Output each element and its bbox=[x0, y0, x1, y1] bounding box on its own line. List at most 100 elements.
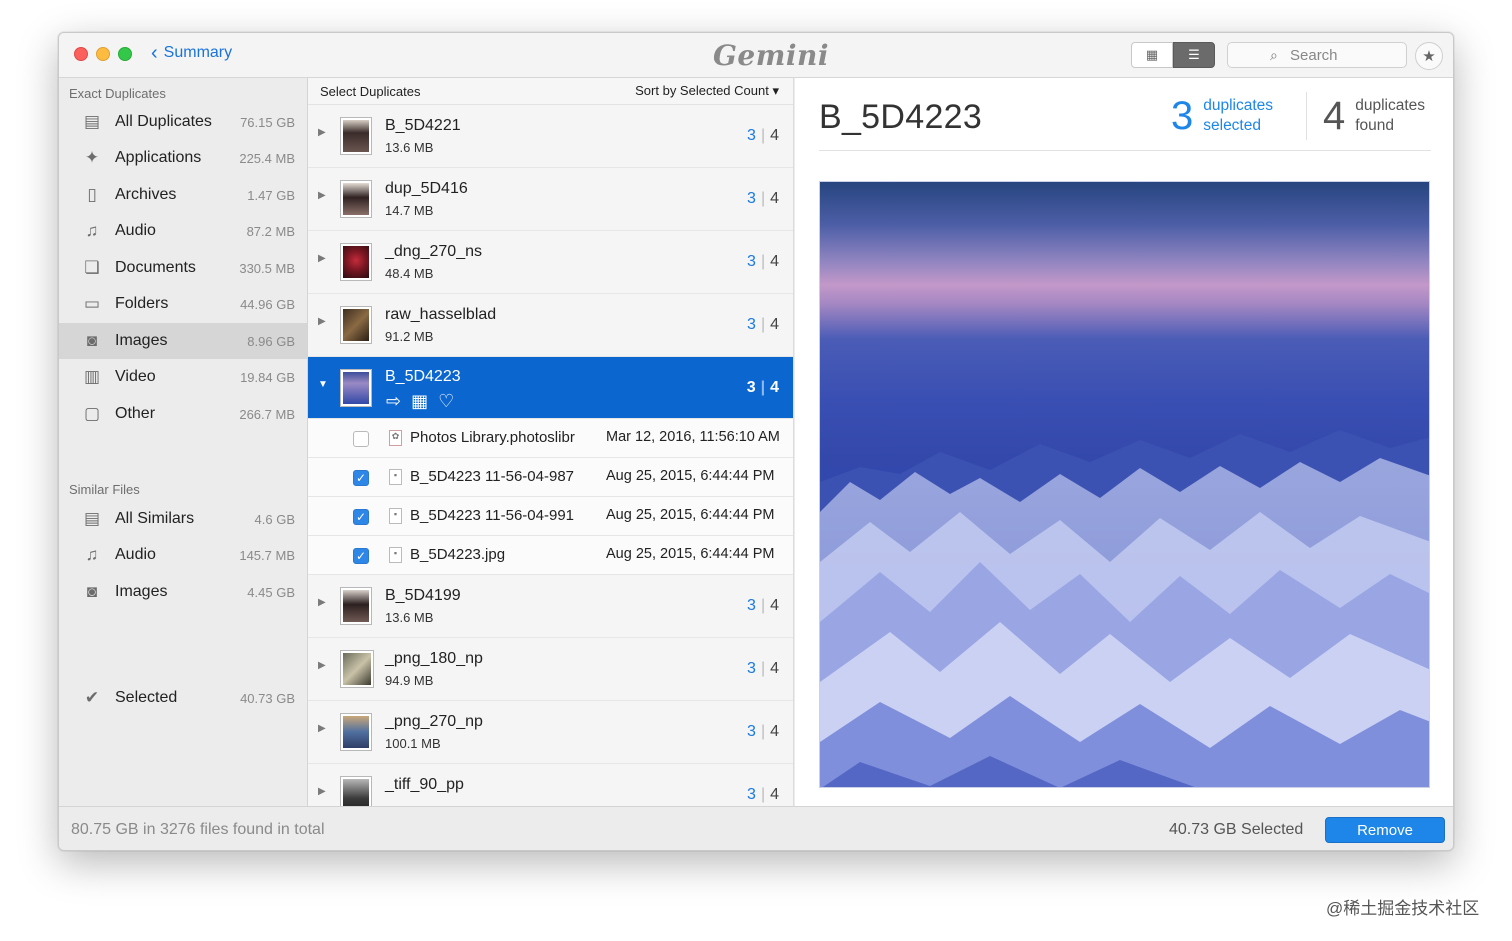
sidebar-item-all-similars[interactable]: ▤ All Similars 4.6 GB bbox=[59, 501, 307, 537]
total-found-text: 80.75 GB in 3276 files found in total bbox=[71, 821, 325, 838]
file-row[interactable]: ✿ Photos Library.photoslibr Mar 12, 2016… bbox=[308, 419, 793, 458]
duplicate-group[interactable]: ▶ raw_hasselblad 91.2 MB 3 | 4 bbox=[308, 294, 793, 357]
sidebar-item-selected[interactable]: ✔ Selected 40.73 GB bbox=[59, 680, 307, 716]
sidebar-item-archives[interactable]: ▯ Archives 1.47 GB bbox=[59, 177, 307, 213]
sidebar-item-size: 44.96 GB bbox=[240, 296, 295, 312]
search-icon: ⌕ bbox=[1270, 47, 1278, 63]
grid-view-button[interactable]: ▦ bbox=[1131, 42, 1173, 68]
group-thumbnail bbox=[340, 650, 374, 688]
selected-stat-label: duplicates selected bbox=[1203, 96, 1273, 136]
heart-icon[interactable]: ♡ bbox=[438, 391, 454, 412]
sidebar-item-video[interactable]: ▥ Video 19.84 GB bbox=[59, 359, 307, 395]
group-name: B_5D4221 bbox=[385, 117, 461, 134]
remove-button[interactable]: Remove bbox=[1325, 817, 1445, 843]
duplicates-selected-stat: 3 duplicates selected bbox=[1171, 96, 1273, 136]
duplicates-found-stat: 4 duplicates found bbox=[1323, 96, 1425, 136]
group-size: 13.6 MB bbox=[385, 610, 434, 625]
duplicate-group[interactable]: ▶ _png_180_np 94.9 MB 3 | 4 bbox=[308, 638, 793, 701]
file-date: Aug 25, 2015, 6:44:44 PM bbox=[606, 507, 775, 523]
camera-icon: ◙ bbox=[86, 582, 98, 601]
sidebar-item-applications[interactable]: ✦ Applications 225.4 MB bbox=[59, 140, 307, 176]
sidebar-item-similar-images[interactable]: ◙ Images 4.45 GB bbox=[59, 574, 307, 610]
calendar-icon[interactable]: ▦ bbox=[411, 391, 428, 412]
disclosure-triangle-icon[interactable]: ▶ bbox=[318, 316, 326, 327]
duplicate-group[interactable]: ▶ B_5D4221 13.6 MB 3 | 4 bbox=[308, 105, 793, 168]
sidebar-item-other[interactable]: ▢ Other 266.7 MB bbox=[59, 396, 307, 432]
disclosure-triangle-icon[interactable]: ▶ bbox=[318, 723, 326, 734]
duplicate-group[interactable]: ▶ dup_5D416 14.7 MB 3 | 4 bbox=[308, 168, 793, 231]
minimize-window-button[interactable] bbox=[96, 47, 110, 61]
sidebar-item-label: Archives bbox=[115, 186, 177, 203]
sidebar-item-size: 266.7 MB bbox=[239, 406, 295, 422]
duplicate-group[interactable]: ▶ _png_270_np 100.1 MB 3 | 4 bbox=[308, 701, 793, 764]
list-icon: ☰ bbox=[1188, 47, 1200, 62]
duplicate-group[interactable]: ▶ _tiff_90_pp 3 | 4 bbox=[308, 764, 793, 806]
sidebar-item-size: 87.2 MB bbox=[246, 223, 295, 239]
disclosure-triangle-icon[interactable]: ▶ bbox=[318, 190, 326, 201]
group-name: B_5D4223 bbox=[385, 368, 461, 385]
sidebar-item-documents[interactable]: ❏ Documents 330.5 MB bbox=[59, 250, 307, 286]
back-to-summary-button[interactable]: ‹ Summary bbox=[151, 42, 233, 64]
site-watermark: @稀土掘金技术社区 bbox=[1326, 899, 1480, 918]
disclosure-triangle-icon[interactable]: ▶ bbox=[318, 597, 326, 608]
sidebar-item-label: Audio bbox=[115, 222, 156, 239]
selected-count: 3 bbox=[747, 253, 756, 270]
back-label: Summary bbox=[163, 44, 233, 61]
disclosure-triangle-open-icon[interactable]: ▼ bbox=[318, 379, 328, 390]
total-count: 4 bbox=[770, 786, 779, 803]
list-header: Select Duplicates Sort by Selected Count… bbox=[308, 78, 793, 105]
group-actions: ⇨ ▦ ♡ bbox=[386, 391, 454, 412]
window-controls bbox=[74, 47, 132, 61]
search-field[interactable]: ⌕ Search bbox=[1227, 42, 1407, 68]
sort-dropdown[interactable]: Sort by Selected Count ▾ bbox=[635, 83, 779, 99]
file-row[interactable]: ✓ ▪ B_5D4223 11-56-04-987 Aug 25, 2015, … bbox=[308, 458, 793, 497]
file-name: B_5D4223 11-56-04-991 bbox=[410, 507, 575, 524]
chevron-left-icon: ‹ bbox=[151, 42, 158, 64]
sidebar-item-audio[interactable]: ♫ Audio 87.2 MB bbox=[59, 213, 307, 249]
folder-icon: ▭ bbox=[83, 294, 101, 313]
group-count: 3 | 4 bbox=[747, 253, 779, 270]
duplicates-list: Select Duplicates Sort by Selected Count… bbox=[308, 78, 794, 806]
sidebar-item-all-duplicates[interactable]: ▤ All Duplicates 76.15 GB bbox=[59, 104, 307, 140]
file-row[interactable]: ✓ ▪ B_5D4223.jpg Aug 25, 2015, 6:44:44 P… bbox=[308, 536, 793, 575]
sidebar-item-label: Folders bbox=[115, 295, 169, 312]
file-checkbox[interactable] bbox=[353, 431, 369, 447]
file-checkbox[interactable]: ✓ bbox=[353, 509, 369, 525]
selected-count: 3 bbox=[747, 190, 756, 207]
sidebar-item-label: Other bbox=[115, 405, 156, 422]
group-count: 3 | 4 bbox=[746, 379, 779, 396]
sidebar-item-images[interactable]: ◙ Images 8.96 GB bbox=[59, 323, 307, 359]
duplicate-group[interactable]: ▶ _dng_270_ns 48.4 MB 3 | 4 bbox=[308, 231, 793, 294]
stat-label-line: found bbox=[1355, 117, 1395, 134]
stat-label-line: selected bbox=[1203, 117, 1261, 134]
sort-label: Sort by Selected Count bbox=[635, 83, 769, 98]
list-view-button[interactable]: ☰ bbox=[1173, 42, 1215, 68]
sidebar-item-similar-audio[interactable]: ♫ Audio 145.7 MB bbox=[59, 537, 307, 573]
sidebar-item-size: 4.45 GB bbox=[247, 584, 295, 600]
sidebar-item-folders[interactable]: ▭ Folders 44.96 GB bbox=[59, 286, 307, 322]
file-name: B_5D4223.jpg bbox=[410, 546, 506, 563]
file-checkbox[interactable]: ✓ bbox=[353, 548, 369, 564]
group-name: _dng_270_ns bbox=[385, 243, 482, 260]
sidebar-item-label: Video bbox=[115, 368, 156, 385]
duplicate-group[interactable]: ▶ B_5D4199 13.6 MB 3 | 4 bbox=[308, 575, 793, 638]
star-icon: ★ bbox=[1422, 48, 1436, 65]
disclosure-triangle-icon[interactable]: ▶ bbox=[318, 127, 326, 138]
file-name: B_5D4223 11-56-04-987 bbox=[410, 468, 575, 485]
disclosure-triangle-icon[interactable]: ▶ bbox=[318, 786, 326, 797]
favorites-button[interactable]: ★ bbox=[1415, 42, 1443, 70]
selected-count: 3 bbox=[747, 127, 756, 144]
disclosure-triangle-icon[interactable]: ▶ bbox=[318, 253, 326, 264]
group-name: B_5D4199 bbox=[385, 587, 461, 604]
file-checkbox[interactable]: ✓ bbox=[353, 470, 369, 486]
disclosure-triangle-icon[interactable]: ▶ bbox=[318, 660, 326, 671]
file-date: Aug 25, 2015, 6:44:44 PM bbox=[606, 546, 775, 562]
file-row[interactable]: ✓ ▪ B_5D4223 11-56-04-991 Aug 25, 2015, … bbox=[308, 497, 793, 536]
duplicate-group-expanded[interactable]: ▼ B_5D4223 ⇨ ▦ ♡ 3 | 4 bbox=[308, 357, 793, 419]
reveal-in-finder-icon[interactable]: ⇨ bbox=[386, 391, 401, 412]
zoom-window-button[interactable] bbox=[118, 47, 132, 61]
preview-mountains bbox=[820, 430, 1429, 787]
file-name: Photos Library.photoslibr bbox=[410, 429, 575, 446]
group-size: 94.9 MB bbox=[385, 673, 434, 688]
close-window-button[interactable] bbox=[74, 47, 88, 61]
